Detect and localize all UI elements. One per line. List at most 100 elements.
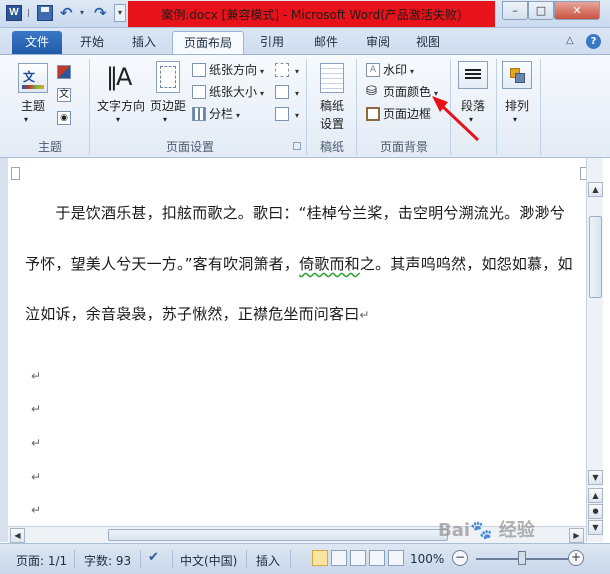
document-line-2[interactable]: 予怀，望美人兮天一方。”客有吹洞箫者，倚歌而和之。其声呜呜然，如怨如慕，如 [25,253,573,274]
paragraph-dropdown-icon[interactable]: ▾ [469,115,473,124]
breaks-button[interactable]: ▾ [275,61,299,79]
group-separator [540,59,541,155]
text-direction-icon[interactable]: ‖A [104,61,136,93]
page-count[interactable]: 页面: 1/1 [16,552,67,569]
document-text: 泣如诉，余音袅袅，苏子愀然，正襟危坐而问客曰 [25,305,360,323]
zoom-out-icon[interactable]: − [452,550,468,566]
page-background-group-label: 页面背景 [379,140,428,154]
page-setup-launcher-icon[interactable] [293,142,301,150]
redo-icon[interactable]: ↷ [94,5,110,21]
page-color-button[interactable]: ⛁ 页面颜色 ▾ [366,83,438,101]
theme-fonts-icon[interactable]: 文 [57,88,71,102]
vertical-scroll-thumb[interactable] [589,216,602,298]
proofing-icon[interactable]: ✔ [148,550,159,565]
themes-dropdown-icon[interactable]: ▾ [24,115,28,124]
manuscript-paper-label-1[interactable]: 稿纸 [312,97,352,114]
undo-icon[interactable]: ↶ [60,5,76,21]
previous-page-icon[interactable]: ▲ [588,488,603,503]
maximize-button[interactable]: □ [528,1,554,20]
themes-button-label[interactable]: 主题 [14,97,52,114]
columns-button[interactable]: 分栏 ▾ [192,105,240,123]
manuscript-paper-label-2[interactable]: 设置 [312,115,352,132]
size-button[interactable]: 纸张大小 ▾ [192,83,264,101]
size-label: 纸张大小 [209,85,258,99]
margins-icon[interactable] [156,61,180,93]
watermark-button[interactable]: A 水印 ▾ [366,61,414,79]
close-button[interactable]: ✕ [554,1,600,20]
scroll-down-icon[interactable]: ▼ [588,470,603,485]
zoom-level[interactable]: 100% [410,552,444,566]
margins-dropdown-icon[interactable]: ▾ [163,115,167,124]
horizontal-scroll-thumb[interactable] [108,529,448,541]
group-separator [496,59,497,155]
text-direction-dropdown-icon[interactable]: ▾ [116,115,120,124]
margins-button[interactable]: 页边距 [148,97,188,114]
document-text: 之。其声呜呜然，如怨如慕，如 [359,255,573,273]
group-separator [89,59,90,155]
document-text: 予怀，望美人兮天一方。”客有吹洞箫者， [25,255,300,273]
outline-view-icon[interactable] [369,550,385,566]
tab-home[interactable]: 开始 [70,31,114,54]
grammar-flagged-text[interactable]: 倚歌而和 [299,255,360,273]
qat-separator: | [27,8,30,17]
tab-view[interactable]: 视图 [406,31,450,54]
zoom-in-icon[interactable]: + [568,550,584,566]
columns-icon [192,106,206,121]
zoom-slider-thumb[interactable] [518,551,526,565]
paragraph-button[interactable]: 段落 [454,97,492,114]
arrange-icon[interactable] [502,61,532,89]
scroll-left-icon[interactable]: ◀ [10,528,25,543]
next-page-icon[interactable]: ▼ [588,520,603,535]
document-line-3[interactable]: 泣如诉，余音袅袅，苏子愀然，正襟危坐而问客曰↵ [25,303,370,324]
language-indicator[interactable]: 中文(中国) [180,552,237,569]
undo-dropdown-icon[interactable]: ▾ [80,7,87,19]
document-line-1[interactable]: 于是饮酒乐甚，扣舷而歌之。歌曰：“桂棹兮兰桨，击空明兮溯流光。渺渺兮 [25,202,565,223]
page-border-icon [366,106,380,121]
size-icon [192,84,206,99]
tab-review[interactable]: 审阅 [356,31,400,54]
scroll-right-icon[interactable]: ▶ [569,528,584,543]
tab-insert[interactable]: 插入 [122,31,166,54]
web-layout-icon[interactable] [350,550,366,566]
save-icon[interactable] [37,5,53,21]
print-layout-icon[interactable] [312,550,328,566]
insert-mode-indicator[interactable]: 插入 [256,552,280,569]
customize-qat-icon[interactable]: ▾ [114,4,126,22]
word-count[interactable]: 字数: 93 [84,552,131,569]
minimize-button[interactable]: – [502,1,528,20]
page-border-button[interactable]: 页面边框 [366,105,431,123]
scroll-up-icon[interactable]: ▲ [588,182,603,197]
status-separator [172,550,173,568]
theme-colors-icon[interactable] [57,65,71,79]
themes-icon[interactable]: 文 [18,63,48,93]
draft-view-icon[interactable] [388,550,404,566]
paragraph-mark: ↵ [31,436,42,450]
manuscript-paper-icon[interactable] [320,63,344,93]
orientation-button[interactable]: 纸张方向 ▾ [192,61,264,79]
paint-bucket-icon: ⛁ [366,83,377,99]
line-numbers-button[interactable]: ▾ [275,83,299,101]
help-icon[interactable]: ? [586,34,601,49]
paragraph-mark: ↵ [31,402,42,416]
breaks-icon [275,62,289,77]
hyphenation-icon [275,106,289,121]
arrange-button[interactable]: 排列 [498,97,536,114]
word-logo-icon[interactable]: W [6,5,22,21]
text-direction-button[interactable]: 文字方向 [94,97,148,114]
full-screen-reading-icon[interactable] [331,550,347,566]
paragraph-icon[interactable] [458,61,488,89]
arrange-dropdown-icon[interactable]: ▾ [513,115,517,124]
tab-references[interactable]: 引用 [250,31,294,54]
collapse-ribbon-icon[interactable]: △ [566,35,574,46]
vertical-scrollbar[interactable]: ▲ ▼ ▲ ● ▼ [586,158,603,542]
group-separator [356,59,357,155]
browse-object-icon[interactable]: ● [588,504,603,519]
site-watermark: Bai🐾 经验 [438,520,535,541]
tab-page-layout[interactable]: 页面布局 [172,31,244,54]
orientation-label: 纸张方向 [209,63,258,77]
tab-file[interactable]: 文件 [12,31,62,54]
theme-effects-icon[interactable]: ◉ [57,111,71,125]
paper-group-label: 稿纸 [319,140,344,154]
hyphenation-button[interactable]: ▾ [275,105,299,123]
tab-mailings[interactable]: 邮件 [304,31,348,54]
